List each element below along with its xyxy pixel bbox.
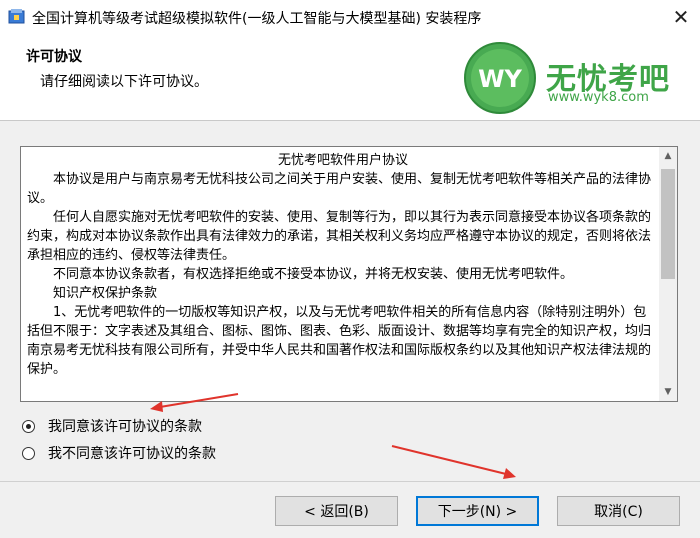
- window-title: 全国计算机等级考试超级模拟软件(一级人工智能与大模型基础) 安装程序: [32, 11, 482, 27]
- agree-option[interactable]: 我同意该许可协议的条款: [22, 416, 202, 436]
- back-button[interactable]: < 返回(B): [275, 496, 398, 526]
- logo-url: www.wyk8.com: [548, 90, 649, 105]
- scroll-down-arrow-icon[interactable]: ▼: [659, 383, 677, 401]
- installer-app-icon: [8, 9, 25, 24]
- license-paragraph: 本协议是用户与南京易考无忧科技公司之间关于用户安装、使用、复制无忧考吧软件等相关…: [27, 172, 652, 206]
- logo-mark: WY: [478, 65, 522, 93]
- cancel-button[interactable]: 取消(C): [557, 496, 680, 526]
- disagree-option[interactable]: 我不同意该许可协议的条款: [22, 443, 216, 463]
- disagree-radio[interactable]: [22, 446, 35, 460]
- agree-radio[interactable]: [22, 419, 35, 433]
- license-text-box[interactable]: 无忧考吧软件用户协议 本协议是用户与南京易考无忧科技公司之间关于用户安装、使用、…: [20, 146, 678, 402]
- page-subtitle: 请仔细阅读以下许可协议。: [40, 74, 208, 90]
- disagree-label: 我不同意该许可协议的条款: [48, 446, 216, 462]
- content-area: 无忧考吧软件用户协议 本协议是用户与南京易考无忧科技公司之间关于用户安装、使用、…: [0, 121, 700, 481]
- page-header: 许可协议 请仔细阅读以下许可协议。 WY 无忧考吧 www.wyk8.com: [0, 34, 700, 120]
- license-paragraph: 任何人自愿实施对无忧考吧软件的安装、使用、复制等行为，即以其行为表示同意接受本协…: [27, 210, 652, 263]
- license-paragraph: 知识产权保护条款: [27, 286, 158, 301]
- close-icon[interactable]: ✕: [664, 2, 698, 32]
- scroll-thumb[interactable]: [661, 169, 675, 279]
- page-title: 许可协议: [26, 49, 82, 65]
- scroll-up-arrow-icon[interactable]: ▲: [659, 147, 677, 165]
- next-button[interactable]: 下一步(N) >: [416, 496, 539, 526]
- agree-label: 我同意该许可协议的条款: [48, 419, 202, 435]
- license-paragraph: 不同意本协议条款者，有权选择拒绝或不接受本协议，并将无权安装、使用无忧考吧软件。: [27, 267, 574, 282]
- license-text: 无忧考吧软件用户协议 本协议是用户与南京易考无忧科技公司之间关于用户安装、使用、…: [27, 151, 659, 379]
- footer: < 返回(B) 下一步(N) > 取消(C): [0, 482, 700, 538]
- license-scrollbar[interactable]: ▲ ▼: [659, 147, 677, 401]
- license-title: 无忧考吧软件用户协议: [277, 153, 408, 168]
- license-paragraph: 1、无忧考吧软件的一切版权等知识产权，以及与无忧考吧软件相关的所有信息内容（除特…: [27, 305, 652, 377]
- title-bar: 全国计算机等级考试超级模拟软件(一级人工智能与大模型基础) 安装程序 ✕: [0, 0, 700, 34]
- wyk8-logo-icon: WY: [464, 42, 536, 114]
